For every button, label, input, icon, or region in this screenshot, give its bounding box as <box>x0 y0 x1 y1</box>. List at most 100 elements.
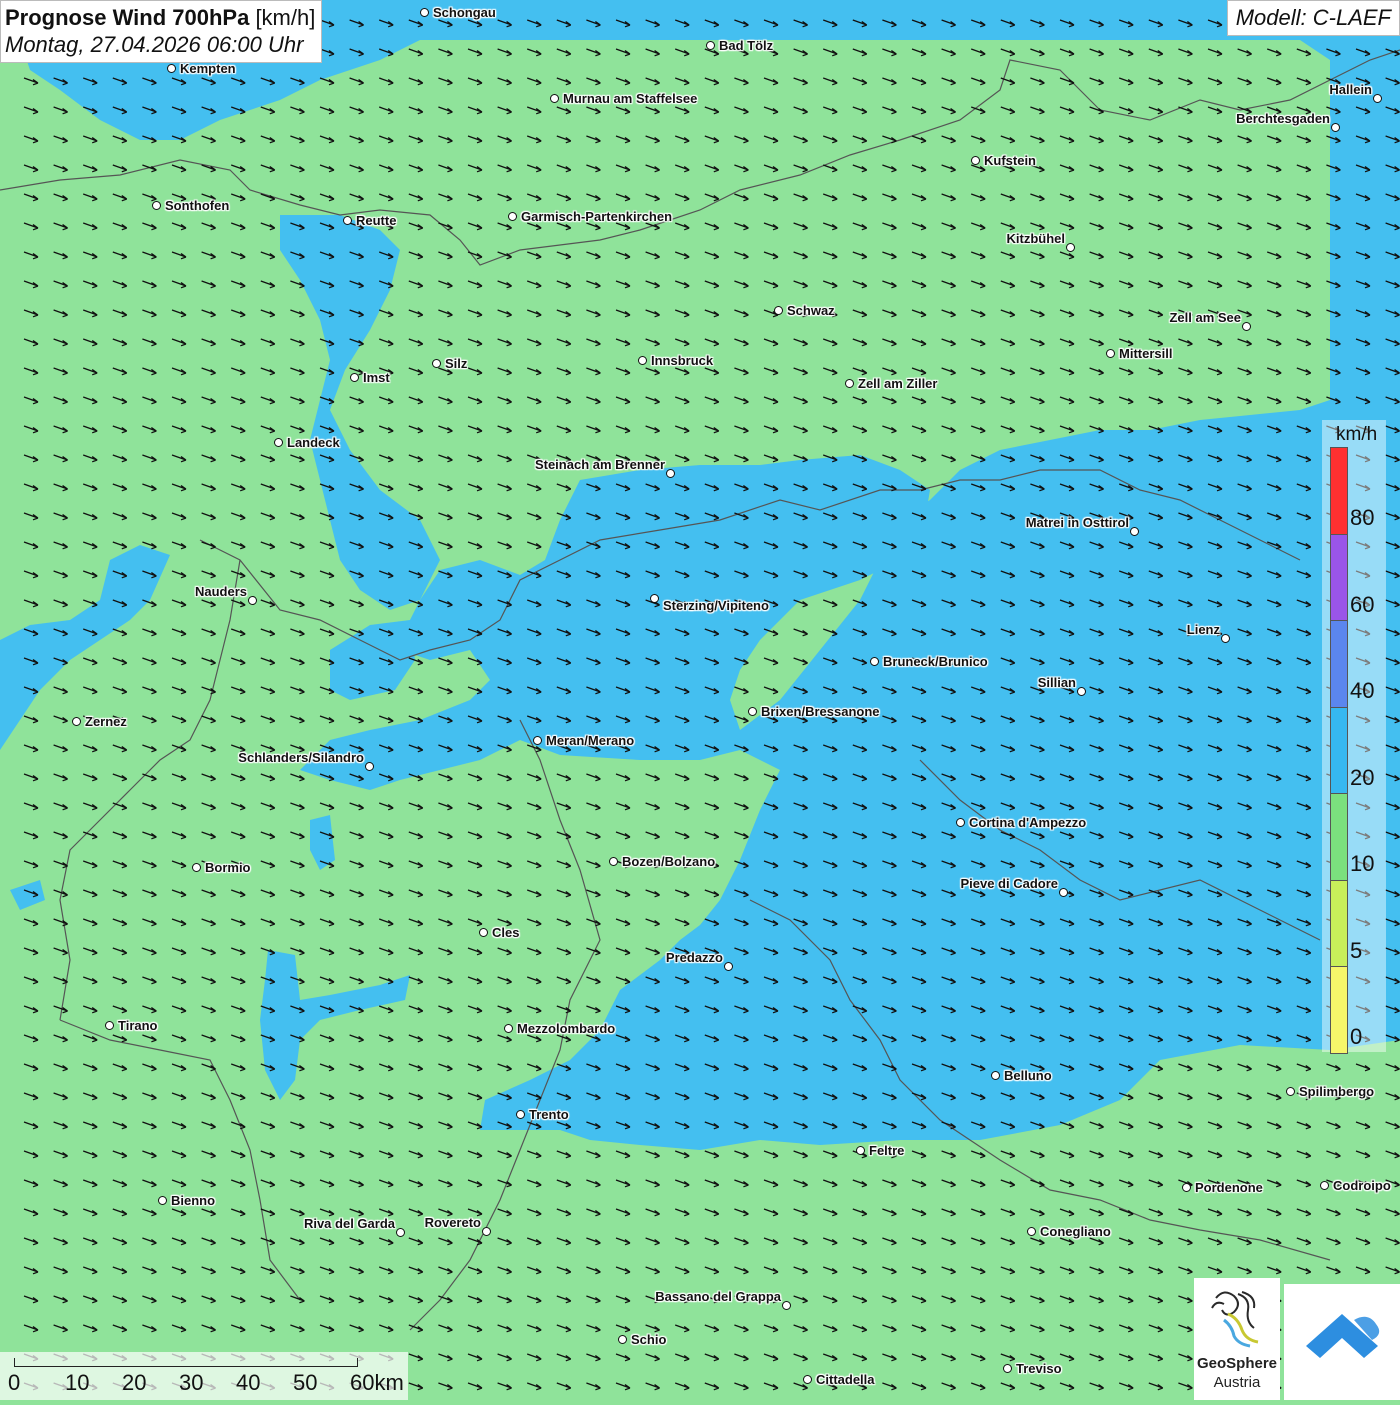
city-marker <box>479 928 488 937</box>
city-marker <box>274 438 283 447</box>
legend-unit: km/h <box>1336 424 1378 445</box>
city-marker <box>167 64 176 73</box>
city-marker <box>991 1071 1000 1080</box>
city-label: Schio <box>631 1332 667 1347</box>
partner-logo-icon <box>1306 1314 1380 1358</box>
city-marker <box>420 8 429 17</box>
city-marker <box>396 1228 405 1237</box>
city-label: Conegliano <box>1040 1224 1111 1239</box>
city-marker <box>870 657 879 666</box>
city-label: Belluno <box>1004 1068 1052 1083</box>
city-label: Codroipo <box>1333 1178 1391 1193</box>
legend-label: 80 <box>1350 505 1375 530</box>
city-label: Schwaz <box>787 303 835 318</box>
city-label: Pieve di Cadore <box>960 876 1058 891</box>
scale-label: 40 <box>236 1370 261 1395</box>
city-marker <box>72 717 81 726</box>
legend-swatch <box>1330 793 1348 881</box>
map-title: Prognose Wind 700hPa [km/h] Montag, 27.0… <box>0 0 323 63</box>
geosphere-logo-icon <box>1211 1291 1259 1348</box>
city-label: Steinach am Brenner <box>534 457 665 472</box>
city-marker <box>650 594 659 603</box>
city-marker <box>1331 123 1340 132</box>
city-label: Imst <box>363 370 390 385</box>
scale-bar <box>14 1358 358 1367</box>
city-label: Zell am Ziller <box>858 376 938 391</box>
city-label: Zernez <box>85 714 127 729</box>
city-marker <box>248 596 257 605</box>
city-marker <box>803 1375 812 1384</box>
city-marker <box>158 1196 167 1205</box>
city-marker <box>1059 888 1068 897</box>
city-label: Brixen/Bressanone <box>761 704 880 719</box>
city-marker <box>1106 349 1115 358</box>
city-label: Kitzbühel <box>1006 231 1066 246</box>
city-label: Murnau am Staffelsee <box>563 91 698 106</box>
city-marker <box>618 1335 627 1344</box>
city-marker <box>609 857 618 866</box>
city-label: Meran/Merano <box>546 733 635 748</box>
city-marker <box>1286 1087 1295 1096</box>
legend-label: 40 <box>1350 678 1375 703</box>
legend-label: 10 <box>1350 851 1375 876</box>
legend-label: 5 <box>1350 937 1363 963</box>
legend-label: 20 <box>1350 764 1375 790</box>
city-marker <box>971 156 980 165</box>
city-marker <box>1182 1183 1191 1192</box>
city-label: Bassano del Grappa <box>655 1289 781 1304</box>
scale-label: 20 <box>122 1370 147 1395</box>
city-label: Schlanders/Silandro <box>238 750 364 765</box>
city-label: Kempten <box>180 61 236 76</box>
legend-label: 0 <box>1350 1024 1363 1049</box>
city-label: Sterzing/Vipiteno <box>663 598 769 613</box>
city-marker <box>482 1227 491 1236</box>
city-marker <box>1077 687 1086 696</box>
city-label: Sillian <box>1037 675 1076 690</box>
city-label: Silz <box>445 356 468 371</box>
city-label: Treviso <box>1016 1361 1062 1376</box>
city-label: Cittadella <box>816 1372 875 1387</box>
city-label: Feltre <box>869 1143 905 1158</box>
city-label: Zell am See <box>1169 310 1241 325</box>
forecast-datetime: Montag, 27.04.2026 06:00 Uhr <box>5 32 304 57</box>
scale-label: 10 <box>65 1370 90 1395</box>
scale-label: 50 <box>293 1370 318 1395</box>
city-marker <box>666 469 675 478</box>
city-marker <box>774 306 783 315</box>
city-label: Garmisch-Partenkirchen <box>521 209 673 224</box>
city-label: Rovereto <box>424 1215 481 1230</box>
logo-line2: Austria <box>1213 1374 1261 1391</box>
city-label: Bormio <box>205 860 251 875</box>
city-marker <box>1066 243 1075 252</box>
city-label: Pordenone <box>1195 1180 1263 1195</box>
city-marker <box>1221 634 1230 643</box>
city-marker <box>782 1301 791 1310</box>
city-marker <box>504 1024 513 1033</box>
city-label: Lienz <box>1186 622 1220 637</box>
city-label: Mezzolombardo <box>517 1021 616 1036</box>
city-label: Riva del Garda <box>303 1216 395 1231</box>
city-marker <box>365 762 374 771</box>
city-label: Mittersill <box>1119 346 1173 361</box>
city-marker <box>350 373 359 382</box>
city-marker <box>1320 1181 1329 1190</box>
city-label: Tirano <box>118 1018 158 1033</box>
city-marker <box>516 1110 525 1119</box>
city-marker <box>192 863 201 872</box>
legend-swatch <box>1330 706 1348 794</box>
city-marker <box>1242 322 1251 331</box>
partner-logo <box>1284 1284 1400 1400</box>
city-label: Cortina d'Ampezzo <box>969 815 1087 830</box>
legend-swatch <box>1330 447 1348 535</box>
legend-swatch <box>1330 620 1348 708</box>
city-marker <box>1130 527 1139 536</box>
city-marker <box>706 41 715 50</box>
city-label: Nauders <box>194 584 247 599</box>
city-label: Schongau <box>433 5 496 20</box>
city-marker <box>1373 94 1382 103</box>
city-marker <box>152 201 161 210</box>
city-marker <box>508 212 517 221</box>
city-label: Bad Tölz <box>719 38 774 53</box>
scale-label: 0 <box>8 1370 21 1395</box>
city-label: Matrei in Osttirol <box>1025 515 1129 530</box>
